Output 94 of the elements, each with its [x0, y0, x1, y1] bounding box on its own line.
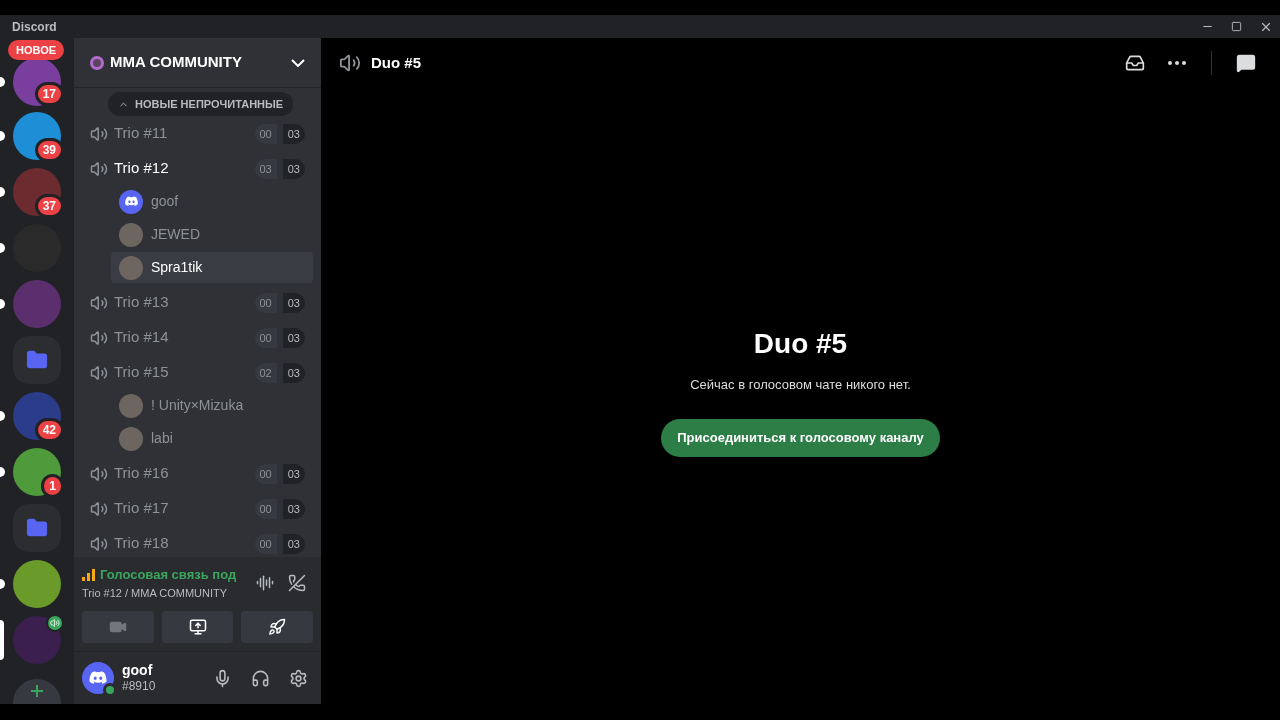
- speaker-icon: [90, 499, 108, 518]
- user-name: labi: [151, 429, 173, 448]
- plus-icon: [31, 685, 43, 697]
- channel-name: Trio #12: [114, 158, 170, 179]
- user-avatar: [119, 222, 143, 247]
- user-avatar: [119, 393, 143, 418]
- new-unread-banner[interactable]: НОВЫЕ НЕПРОЧИТАННЫЕ: [108, 92, 294, 116]
- user-limit: 03: [282, 158, 305, 179]
- screen-share-button[interactable]: [161, 611, 234, 643]
- user-count: 03: [254, 158, 277, 179]
- user-avatar[interactable]: [82, 662, 114, 694]
- server-boost-icon: [90, 55, 104, 70]
- user-count: 00: [254, 327, 277, 348]
- voice-channel[interactable]: Trio #18 00 03: [82, 526, 313, 557]
- speaker-icon: [50, 618, 60, 628]
- window-title: Discord: [12, 18, 57, 36]
- server-name: MMA COMMUNITY: [110, 52, 243, 73]
- phone-off-icon: [288, 574, 306, 592]
- join-voice-button[interactable]: Присоединиться к голосовому каналу: [661, 418, 940, 457]
- headphones-icon: [250, 668, 270, 688]
- user-limit: 03: [282, 533, 305, 554]
- voice-user[interactable]: JEWED: [111, 219, 313, 250]
- voice-location[interactable]: Trio #12 / MMA COMMUNITY: [82, 584, 249, 601]
- empty-title: Duo #5: [753, 327, 848, 361]
- channel-name: Trio #17: [114, 498, 170, 519]
- voice-channel[interactable]: Trio #15 02 03: [82, 355, 313, 390]
- voice-channel[interactable]: Trio #12 03 03: [82, 151, 313, 186]
- user-limit: 03: [282, 362, 305, 383]
- empty-message: Сейчас в голосовом чате никого нет.: [690, 376, 911, 394]
- speaker-icon: [90, 124, 108, 143]
- voice-channel[interactable]: Trio #17 00 03: [82, 491, 313, 526]
- user-avatar: [119, 426, 143, 451]
- user-count: 00: [254, 463, 277, 484]
- inbox-icon: [1125, 53, 1145, 73]
- maximize-icon: [1231, 21, 1242, 32]
- speaker-icon: [339, 52, 361, 74]
- username: goof: [122, 661, 154, 680]
- discord-logo-icon: [123, 194, 139, 209]
- mention-badge: 1: [41, 474, 64, 498]
- user-name: JEWED: [151, 225, 200, 244]
- user-count: 00: [254, 533, 277, 554]
- chevron-down-icon: [291, 58, 305, 67]
- speaker-icon: [90, 363, 108, 382]
- folder-icon: [26, 517, 48, 539]
- user-name: goof: [151, 192, 179, 211]
- user-name: ! Unity×Mizuka: [151, 396, 244, 415]
- user-count: 00: [254, 123, 277, 144]
- voice-user[interactable]: labi: [111, 423, 313, 454]
- speaker-icon: [90, 159, 108, 178]
- voice-channel[interactable]: Trio #14 00 03: [82, 320, 313, 355]
- channel-name: Trio #11: [114, 123, 169, 144]
- voice-channel[interactable]: Trio #16 00 03: [82, 456, 313, 491]
- folder-icon: [26, 349, 48, 371]
- user-avatar: [119, 255, 143, 280]
- voice-user[interactable]: goof: [111, 186, 313, 217]
- user-count: 00: [254, 498, 277, 519]
- server-folder[interactable]: [13, 336, 61, 384]
- new-badge: НОВОЕ: [8, 40, 65, 60]
- voice-user[interactable]: ! Unity×Mizuka: [111, 390, 313, 421]
- user-tag: #8910: [122, 679, 199, 695]
- user-count: 02: [254, 362, 277, 383]
- voice-channel[interactable]: Trio #13 00 03: [82, 285, 313, 320]
- speaker-icon: [90, 464, 108, 483]
- speaker-icon: [90, 328, 108, 347]
- user-limit: 03: [282, 292, 305, 313]
- voice-user[interactable]: Spra1tik: [111, 252, 313, 283]
- screen-share-icon: [188, 618, 207, 636]
- speaker-icon: [90, 534, 108, 553]
- more-icon: [1168, 61, 1186, 65]
- channel-name: Trio #13: [114, 292, 170, 313]
- chat-icon: [1236, 53, 1256, 73]
- user-limit: 03: [282, 123, 305, 144]
- channel-title: Duo #5: [371, 52, 422, 73]
- signal-icon: [82, 568, 96, 581]
- speaker-icon: [90, 293, 108, 312]
- camera-button[interactable]: [82, 611, 154, 643]
- server-folder[interactable]: [13, 504, 61, 552]
- user-limit: 03: [282, 327, 305, 348]
- sound-wave-icon: [256, 574, 274, 592]
- activity-button[interactable]: [241, 611, 313, 643]
- channel-name: Trio #15: [114, 362, 170, 383]
- user-limit: 03: [282, 463, 305, 484]
- channel-name: Trio #18: [114, 533, 170, 554]
- user-count: 00: [254, 292, 277, 313]
- voice-channel[interactable]: Trio #11 00 03: [82, 116, 313, 151]
- channel-name: Trio #16: [114, 463, 170, 484]
- user-name: Spra1tik: [151, 258, 203, 277]
- rocket-icon: [268, 618, 287, 636]
- channel-name: Trio #14: [114, 327, 170, 348]
- server-icon[interactable]: [13, 616, 61, 664]
- settings-icon: [288, 668, 308, 688]
- voice-status: Голосовая связь под: [100, 566, 237, 584]
- user-limit: 03: [282, 498, 305, 519]
- server-icon[interactable]: [13, 560, 61, 608]
